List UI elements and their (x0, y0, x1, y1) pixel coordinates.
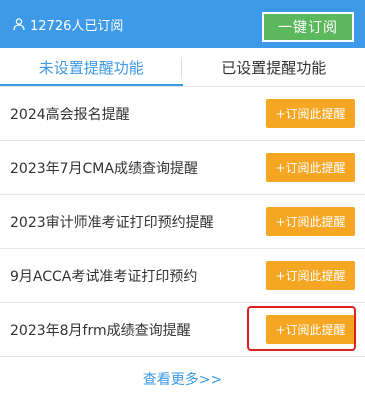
subscribe-reminder-button[interactable]: +订阅此提醒 (266, 153, 355, 182)
reminder-title: 9月ACCA考试准考证打印预约 (10, 268, 198, 285)
subscribe-reminder-button[interactable]: +订阅此提醒 (266, 207, 355, 236)
list-item: 2023年7月CMA成绩查询提醒 +订阅此提醒 (0, 141, 365, 195)
list-item: 2024高会报名提醒 +订阅此提醒 (0, 87, 365, 141)
header-bar: 12726人已订阅 一键订阅 (0, 0, 365, 48)
subscriber-count: 12726人已订阅 (12, 15, 123, 34)
tab-set[interactable]: 已设置提醒功能 (183, 48, 365, 86)
subscribe-reminder-button[interactable]: +订阅此提醒 (266, 315, 355, 344)
subscribe-reminder-button[interactable]: +订阅此提醒 (266, 99, 355, 128)
reminder-title: 2023年8月frm成绩查询提醒 (10, 322, 191, 339)
tab-bar: 未设置提醒功能 已设置提醒功能 (0, 48, 365, 86)
reminder-title: 2024高会报名提醒 (10, 106, 130, 123)
tab-not-set[interactable]: 未设置提醒功能 (0, 48, 183, 86)
reminder-title: 2023年7月CMA成绩查询提醒 (10, 160, 198, 177)
view-more-link[interactable]: 查看更多>> (0, 366, 365, 394)
reminder-title: 2023审计师准考证打印预约提醒 (10, 214, 214, 231)
list-item: 9月ACCA考试准考证打印预约 +订阅此提醒 (0, 249, 365, 303)
user-icon (12, 17, 26, 31)
subscriber-count-text: 12726人已订阅 (30, 18, 124, 34)
reminder-list: 2024高会报名提醒 +订阅此提醒 2023年7月CMA成绩查询提醒 +订阅此提… (0, 87, 365, 357)
subscribe-all-button[interactable]: 一键订阅 (262, 12, 354, 42)
tab-divider (181, 57, 182, 79)
list-item: 2023审计师准考证打印预约提醒 +订阅此提醒 (0, 195, 365, 249)
subscribe-reminder-button[interactable]: +订阅此提醒 (266, 261, 355, 290)
list-item: 2023年8月frm成绩查询提醒 +订阅此提醒 (0, 303, 365, 357)
